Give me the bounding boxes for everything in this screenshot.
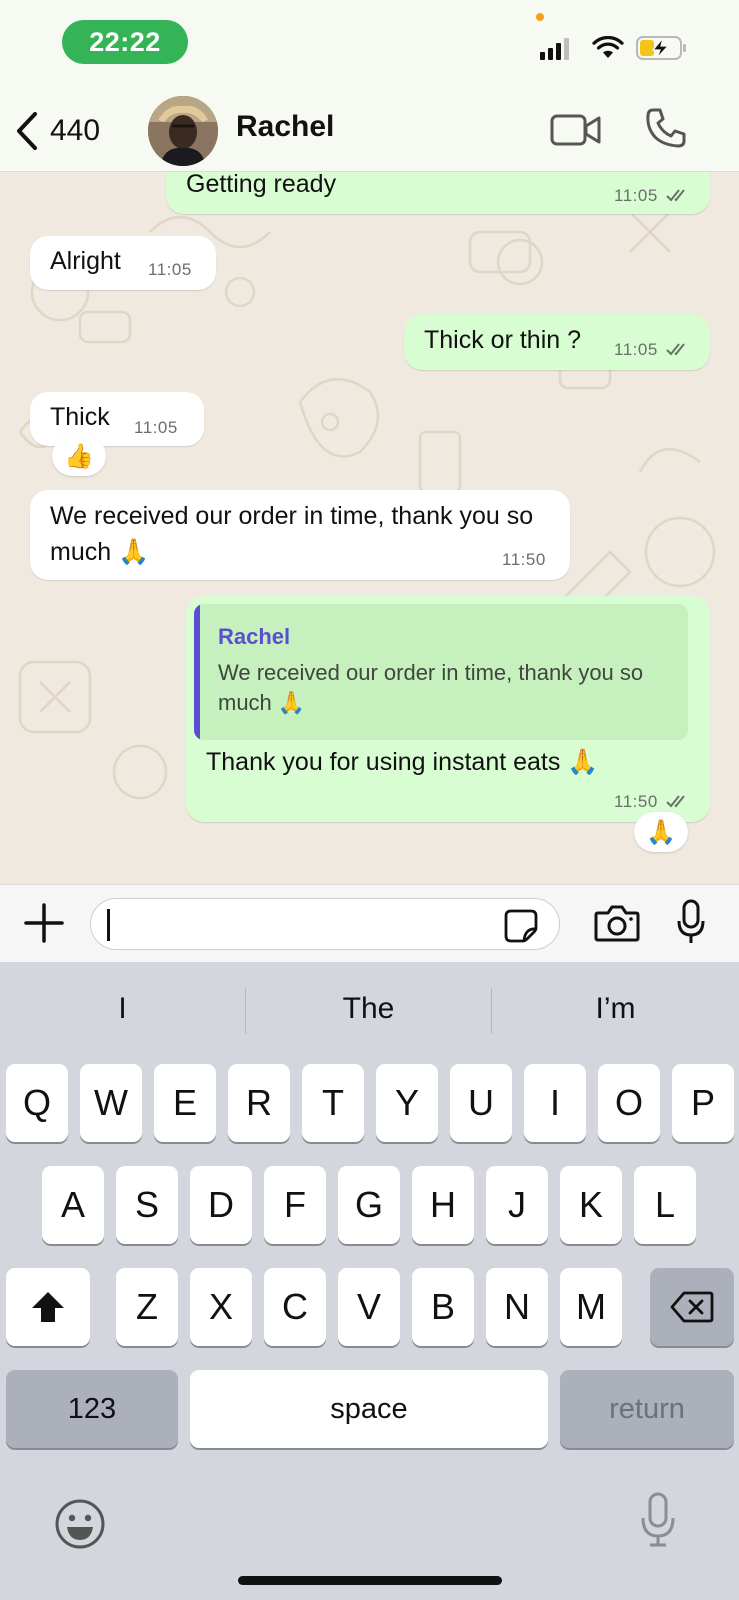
- keyboard: I The I’m Q W E R T Y U I O P A S D F G …: [0, 962, 739, 1600]
- chat-header: 440 Rachel: [0, 92, 739, 172]
- key-w[interactable]: W: [80, 1064, 142, 1142]
- key-l[interactable]: L: [634, 1166, 696, 1244]
- message-bubble-outgoing[interactable]: Getting ready 11:05: [166, 172, 710, 214]
- key-m[interactable]: M: [560, 1268, 622, 1346]
- key-o[interactable]: O: [598, 1064, 660, 1142]
- message-reaction[interactable]: 👍: [52, 436, 106, 476]
- read-ticks-icon: [666, 795, 685, 808]
- message-text: Thick or thin ?: [424, 326, 582, 354]
- dictation-icon[interactable]: [640, 1492, 676, 1548]
- sticker-icon[interactable]: [503, 908, 539, 944]
- suggestion-1[interactable]: I: [0, 984, 245, 1034]
- key-r[interactable]: R: [228, 1064, 290, 1142]
- key-b[interactable]: B: [412, 1268, 474, 1346]
- read-ticks-icon: [666, 189, 685, 202]
- home-indicator: [238, 1576, 502, 1585]
- message-time: 11:05: [614, 186, 658, 205]
- plus-icon[interactable]: [24, 903, 64, 943]
- camera-icon[interactable]: [594, 903, 640, 943]
- read-ticks-icon: [666, 343, 685, 356]
- status-bar: 22:22: [0, 0, 739, 92]
- message-list[interactable]: Getting ready 11:05 Alright 11:05 Thick …: [0, 172, 739, 884]
- return-key[interactable]: return: [560, 1370, 734, 1448]
- message-reaction[interactable]: 🙏: [634, 812, 688, 852]
- message-bubble-incoming[interactable]: Alright 11:05: [30, 236, 216, 290]
- key-e[interactable]: E: [154, 1064, 216, 1142]
- key-p[interactable]: P: [672, 1064, 734, 1142]
- message-text: We received our order in time, thank you…: [50, 502, 534, 566]
- message-bubble-incoming[interactable]: We received our order in time, thank you…: [30, 490, 570, 580]
- quote-accent-bar: [194, 604, 200, 740]
- message-input[interactable]: [90, 898, 560, 950]
- key-t[interactable]: T: [302, 1064, 364, 1142]
- key-v[interactable]: V: [338, 1268, 400, 1346]
- message-time: 11:05: [614, 340, 658, 359]
- quoted-author: Rachel: [218, 624, 291, 649]
- suggestion-3[interactable]: I’m: [492, 984, 739, 1034]
- key-d[interactable]: D: [190, 1166, 252, 1244]
- key-j[interactable]: J: [486, 1166, 548, 1244]
- key-f[interactable]: F: [264, 1166, 326, 1244]
- suggestion-2[interactable]: The: [246, 984, 491, 1034]
- key-g[interactable]: G: [338, 1166, 400, 1244]
- wifi-icon: [592, 36, 624, 58]
- message-text: Alright: [50, 247, 121, 275]
- contact-name[interactable]: Rachel: [236, 110, 334, 144]
- unread-count: 440: [50, 114, 101, 147]
- status-time: 22:22: [62, 20, 188, 64]
- key-x[interactable]: X: [190, 1268, 252, 1346]
- message-bubble-outgoing[interactable]: Thick or thin ? 11:05: [404, 314, 710, 370]
- battery-charging-icon: [636, 36, 686, 60]
- shift-icon: [32, 1292, 64, 1322]
- key-c[interactable]: C: [264, 1268, 326, 1346]
- key-n[interactable]: N: [486, 1268, 548, 1346]
- back-button[interactable]: 440: [14, 108, 100, 154]
- key-i[interactable]: I: [524, 1064, 586, 1142]
- message-composer: [0, 884, 739, 962]
- message-time: 11:05: [134, 418, 178, 437]
- shift-key[interactable]: [6, 1268, 90, 1346]
- backspace-key[interactable]: [650, 1268, 734, 1346]
- message-text: Thank you for using instant eats 🙏: [206, 748, 599, 776]
- microphone-icon[interactable]: [676, 899, 706, 945]
- key-q[interactable]: Q: [6, 1064, 68, 1142]
- message-time: 11:50: [502, 550, 546, 569]
- message-time: 11:05: [148, 260, 192, 279]
- emoji-icon[interactable]: [54, 1498, 106, 1550]
- key-y[interactable]: Y: [376, 1064, 438, 1142]
- key-h[interactable]: H: [412, 1166, 474, 1244]
- video-call-icon[interactable]: [550, 112, 602, 148]
- quoted-message[interactable]: Rachel We received our order in time, th…: [194, 604, 688, 740]
- key-a[interactable]: A: [42, 1166, 104, 1244]
- phone-icon[interactable]: [644, 106, 688, 150]
- key-k[interactable]: K: [560, 1166, 622, 1244]
- message-time: 11:50: [614, 792, 658, 811]
- back-chevron-icon: [17, 112, 37, 150]
- key-u[interactable]: U: [450, 1064, 512, 1142]
- backspace-icon: [670, 1291, 714, 1323]
- key-z[interactable]: Z: [116, 1268, 178, 1346]
- message-text: Getting ready: [186, 172, 337, 198]
- signal-icon: [540, 36, 569, 60]
- quoted-text: We received our order in time, thank you…: [218, 660, 644, 715]
- avatar[interactable]: [148, 96, 218, 166]
- message-bubble-outgoing[interactable]: Rachel We received our order in time, th…: [186, 596, 710, 822]
- privacy-indicator-dot: [536, 13, 544, 21]
- numbers-key[interactable]: 123: [6, 1370, 178, 1448]
- space-key[interactable]: space: [190, 1370, 548, 1448]
- message-bubble-incoming[interactable]: Thick 11:05: [30, 392, 204, 446]
- message-text: Thick: [50, 403, 110, 431]
- text-cursor: [107, 909, 110, 941]
- key-s[interactable]: S: [116, 1166, 178, 1244]
